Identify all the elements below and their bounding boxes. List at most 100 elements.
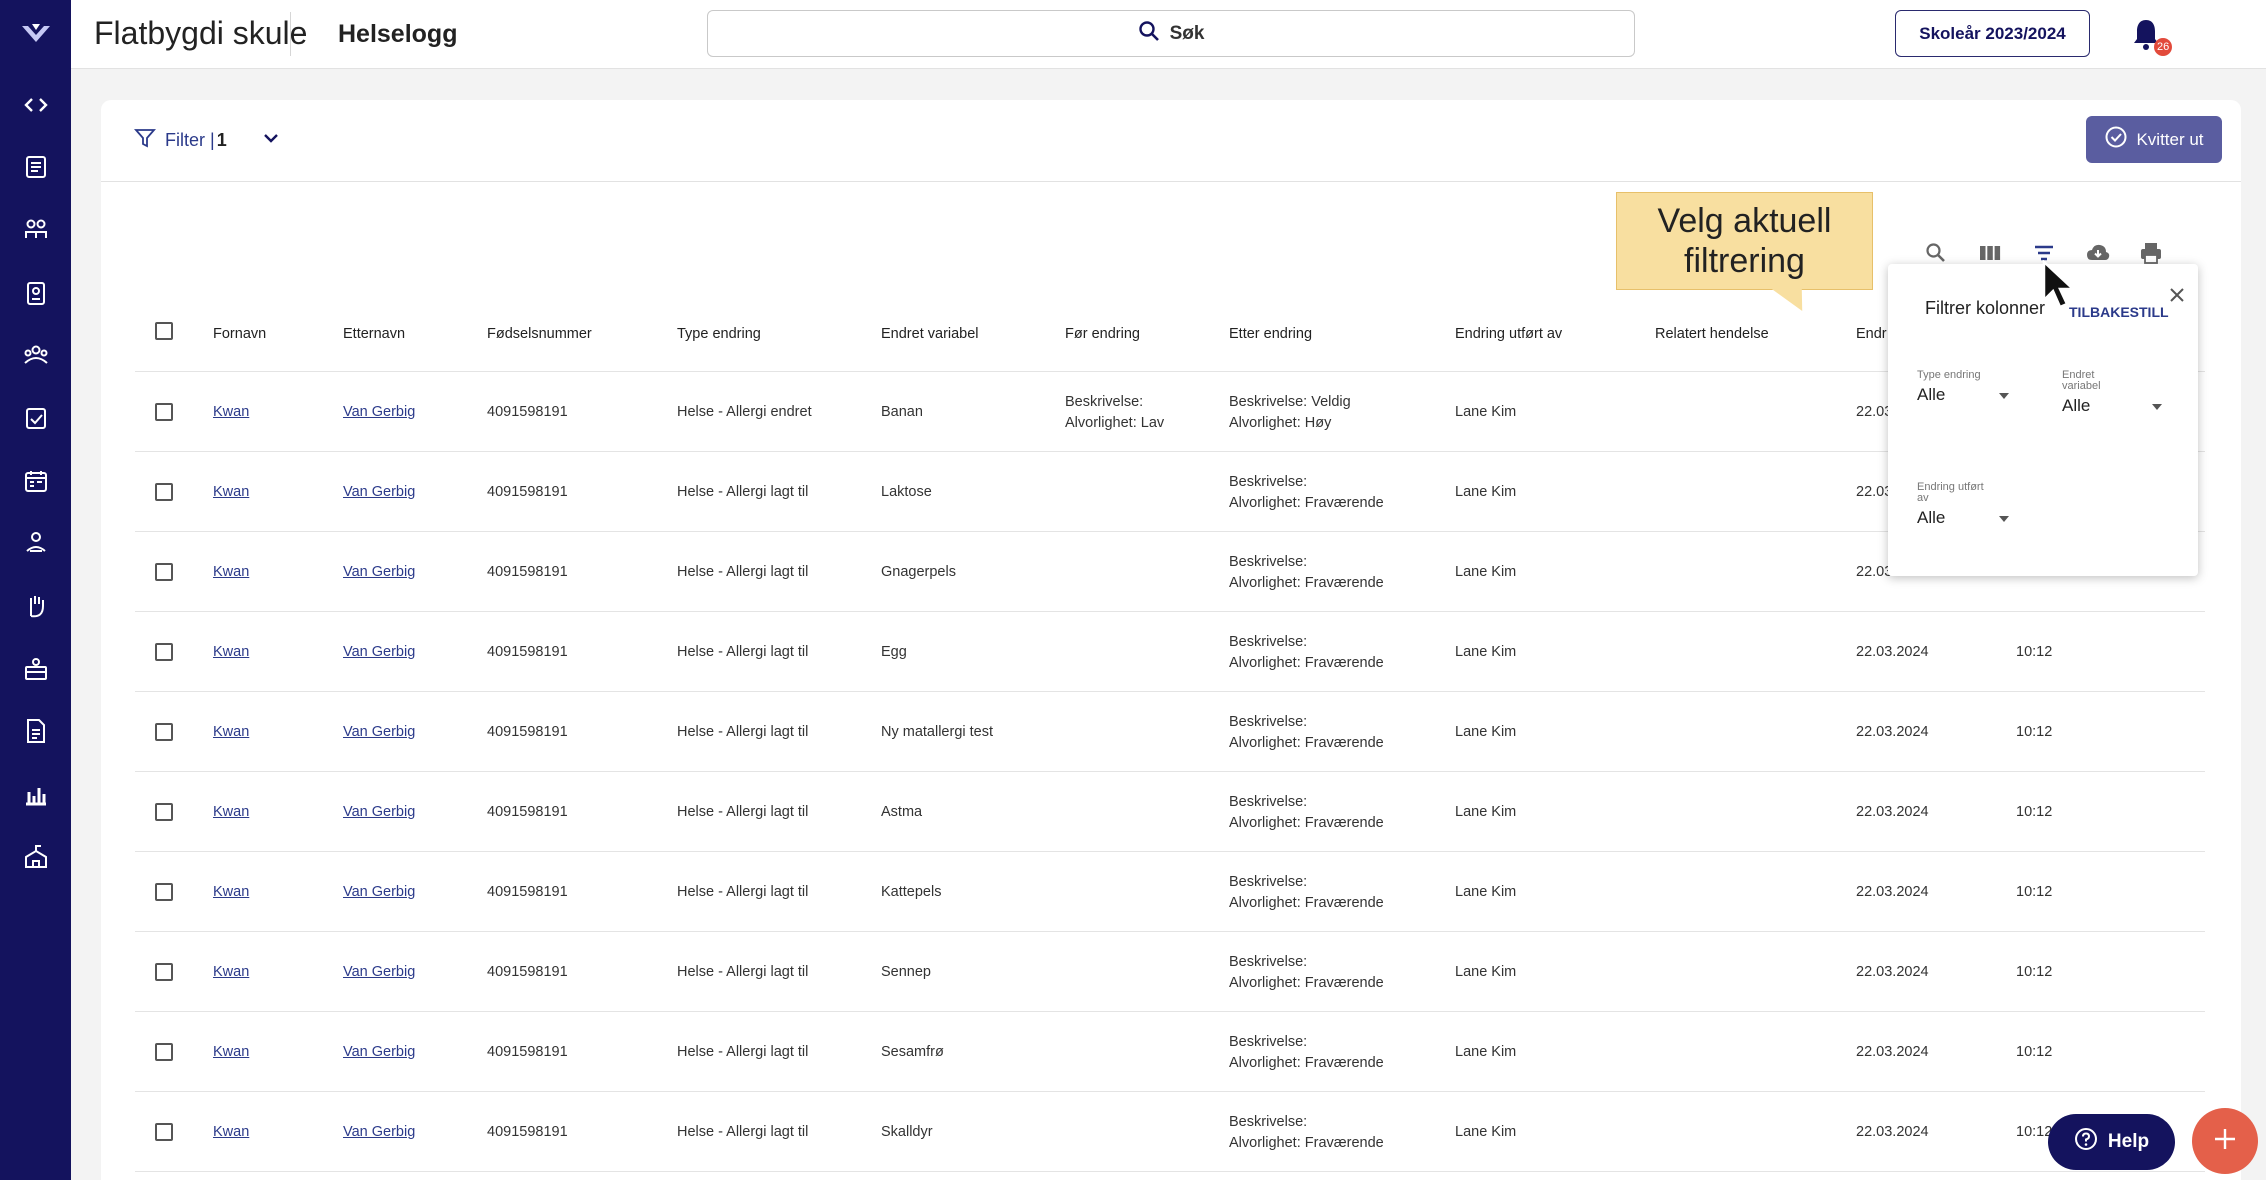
app-logo[interactable] <box>18 16 54 52</box>
assignment-icon[interactable] <box>22 404 50 432</box>
column-header[interactable]: Endring utført av <box>1455 324 1562 345</box>
changed-variable: Kattepels <box>881 884 942 900</box>
birth-number: 4091598191 <box>487 1044 568 1060</box>
column-header[interactable]: Relatert hendelse <box>1655 324 1769 345</box>
calendar-icon[interactable] <box>22 467 50 495</box>
last-name-link[interactable]: Van Gerbig <box>343 882 415 903</box>
table-row[interactable]: Kwan Van Gerbig 4091598191 Helse - Allergi … <box>135 772 2205 852</box>
birth-number: 4091598191 <box>487 404 568 420</box>
first-name-link[interactable]: Kwan <box>213 722 249 743</box>
after-change: Alvorlighet: Fraværende <box>1229 735 1384 751</box>
changed-by: Lane Kim <box>1455 724 1517 740</box>
first-name-link[interactable]: Kwan <box>213 482 249 503</box>
row-checkbox[interactable] <box>155 723 173 741</box>
last-name-link[interactable]: Van Gerbig <box>343 1042 415 1063</box>
school-icon[interactable] <box>22 843 50 871</box>
school-name: Flatbygdi skule <box>94 15 308 51</box>
change-time: 10:12 <box>2016 1124 2053 1140</box>
row-checkbox[interactable] <box>155 963 173 981</box>
change-type: Helse - Allergi lagt til <box>677 804 809 820</box>
help-button[interactable]: Help <box>2048 1114 2175 1170</box>
change-date: 22.03 <box>1856 484 1893 500</box>
school-year-button[interactable]: Skoleår 2023/2024 <box>1895 10 2090 57</box>
column-header[interactable]: Etternavn <box>343 324 405 345</box>
column-header[interactable]: Type endring <box>677 324 761 345</box>
first-name-link[interactable]: Kwan <box>213 562 249 583</box>
column-header[interactable]: Fornavn <box>213 324 266 345</box>
row-checkbox[interactable] <box>155 403 173 421</box>
chevron-down-icon[interactable] <box>259 126 283 155</box>
first-name-link[interactable]: Kwan <box>213 642 249 663</box>
badge-icon[interactable] <box>22 279 50 307</box>
table-search-icon[interactable] <box>1923 240 1949 266</box>
changed-variable: Egg <box>881 644 907 660</box>
report-icon[interactable] <box>22 717 50 745</box>
last-name-link[interactable]: Van Gerbig <box>343 642 415 663</box>
document-list-icon[interactable] <box>22 153 50 181</box>
help-label: Help <box>2107 1131 2150 1152</box>
filter-toggle[interactable]: Filter | 1 <box>133 126 283 155</box>
after-change: Beskrivelse: <box>1229 474 1308 490</box>
changed-by: Lane Kim <box>1455 964 1517 980</box>
search-input[interactable]: Søk <box>707 10 1635 57</box>
endret-variabel-select[interactable]: Endret variabel Alle <box>2062 370 2162 416</box>
chart-icon[interactable] <box>22 780 50 808</box>
row-checkbox[interactable] <box>155 883 173 901</box>
field-label: Type endring <box>1917 369 1981 381</box>
table-row[interactable]: Kwan Van Gerbig 4091598191 Helse - Allergi … <box>135 852 2205 932</box>
first-name-link[interactable]: Kwan <box>213 1122 249 1143</box>
last-name-link[interactable]: Van Gerbig <box>343 482 415 503</box>
type-endring-select[interactable]: Type endring Alle <box>1917 370 2009 405</box>
column-header[interactable]: Etter endring <box>1229 324 1312 345</box>
first-name-link[interactable]: Kwan <box>213 1042 249 1063</box>
last-name-link[interactable]: Van Gerbig <box>343 802 415 823</box>
row-checkbox[interactable] <box>155 643 173 661</box>
column-header[interactable]: Før endring <box>1065 324 1140 345</box>
reset-button[interactable]: TILBAKESTILL <box>2069 304 2169 320</box>
birth-number: 4091598191 <box>487 484 568 500</box>
column-header[interactable]: Fødselsnummer <box>487 324 592 345</box>
last-name-link[interactable]: Van Gerbig <box>343 562 415 583</box>
first-name-link[interactable]: Kwan <box>213 402 249 423</box>
close-icon[interactable] <box>2168 286 2186 304</box>
health-icon[interactable] <box>22 529 50 557</box>
table-row[interactable]: Kwan Van Gerbig 4091598191 Helse - Allergi … <box>135 1012 2205 1092</box>
table-row[interactable]: Kwan Van Gerbig 4091598191 Helse - Allergi … <box>135 932 2205 1012</box>
first-name-link[interactable]: Kwan <box>213 962 249 983</box>
field-label: Endret variabel <box>2062 369 2101 392</box>
row-checkbox[interactable] <box>155 483 173 501</box>
last-name-link[interactable]: Van Gerbig <box>343 1122 415 1143</box>
people-icon[interactable] <box>22 341 50 369</box>
inbox-icon[interactable] <box>22 655 50 683</box>
column-header[interactable]: Endr <box>1856 324 1887 345</box>
raised-hand-icon[interactable] <box>22 592 50 620</box>
cloud-download-icon[interactable] <box>2085 240 2111 266</box>
after-change: Beskrivelse: <box>1229 874 1308 890</box>
last-name-link[interactable]: Van Gerbig <box>343 962 415 983</box>
table-row[interactable]: Kwan Van Gerbig 4091598191 Helse - Allergi … <box>135 692 2205 772</box>
column-header[interactable]: Endret variabel <box>881 324 979 345</box>
after-change: Beskrivelse: <box>1229 554 1308 570</box>
row-checkbox[interactable] <box>155 1123 173 1141</box>
change-date: 22.03.2024 <box>1856 1124 1929 1140</box>
field-value: Alle <box>2062 396 2091 415</box>
kvitter-ut-button[interactable]: Kvitter ut <box>2086 116 2222 163</box>
columns-icon[interactable] <box>1977 240 2003 266</box>
select-all-checkbox[interactable] <box>155 322 173 340</box>
code-toggle-icon[interactable] <box>22 91 50 119</box>
endring-utfort-av-select[interactable]: Endring utført av Alle <box>1917 482 2009 528</box>
table-row[interactable]: Kwan Van Gerbig 4091598191 Helse - Allergi … <box>135 1092 2205 1172</box>
last-name-link[interactable]: Van Gerbig <box>343 402 415 423</box>
groups-icon[interactable] <box>22 216 50 244</box>
row-checkbox[interactable] <box>155 1043 173 1061</box>
first-name-link[interactable]: Kwan <box>213 882 249 903</box>
row-checkbox[interactable] <box>155 803 173 821</box>
table-row[interactable]: Kwan Van Gerbig 4091598191 Helse - Allergi … <box>135 612 2205 692</box>
before-change: Alvorlighet: Lav <box>1065 415 1165 431</box>
after-change: Beskrivelse: <box>1229 634 1308 650</box>
print-icon[interactable] <box>2138 240 2164 266</box>
row-checkbox[interactable] <box>155 563 173 581</box>
first-name-link[interactable]: Kwan <box>213 802 249 823</box>
add-button[interactable] <box>2192 1108 2258 1174</box>
last-name-link[interactable]: Van Gerbig <box>343 722 415 743</box>
